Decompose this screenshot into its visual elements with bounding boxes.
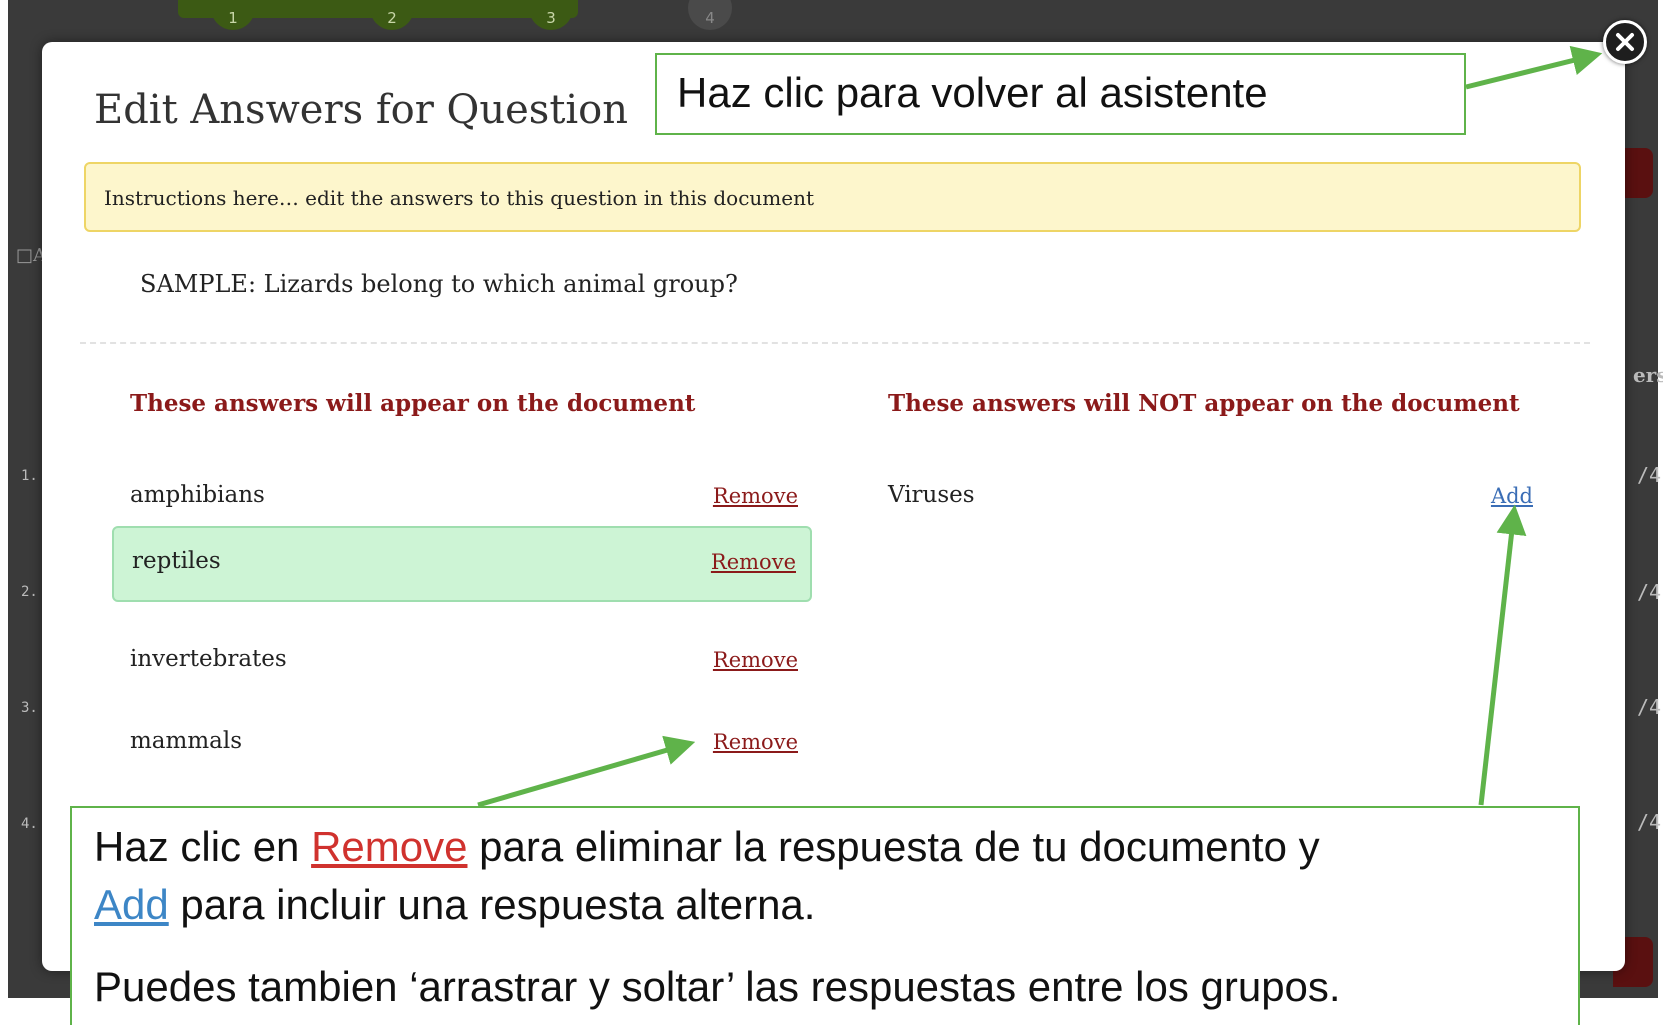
wizard-step-1: 1 (211, 0, 255, 30)
background-score: /4 (1637, 463, 1662, 487)
background-row-number: 4. (21, 816, 38, 832)
close-hint-text: Haz clic para volver al asistente (677, 69, 1268, 116)
answer-label: mammals (130, 728, 243, 754)
background-score: /4 (1637, 810, 1662, 834)
wizard-step-3: 3 (529, 0, 573, 30)
answer-label: Viruses (888, 482, 975, 508)
hint-text: para incluir una respuesta alterna. (168, 881, 816, 928)
instructions-text: Instructions here… edit the answers to t… (104, 186, 814, 210)
answer-label: reptiles (132, 548, 221, 574)
background-row-number: 2. (21, 584, 38, 600)
included-answer-row[interactable]: mammals Remove (112, 706, 812, 782)
close-dialog-button[interactable] (1603, 20, 1647, 64)
wizard-step-4: 4 (688, 0, 732, 30)
wizard-step-2: 2 (370, 0, 414, 30)
remove-link[interactable]: Remove (713, 484, 798, 508)
background-column-header: ers (1633, 363, 1663, 387)
instructions-box: Instructions here… edit the answers to t… (84, 162, 1581, 232)
excluded-answer-row[interactable]: Viruses Add (870, 460, 1547, 536)
excluded-answers-heading: These answers will NOT appear on the doc… (888, 390, 1520, 417)
question-text: SAMPLE: Lizards belong to which animal g… (140, 270, 738, 298)
included-answer-row[interactable]: amphibians Remove (112, 460, 812, 536)
included-answers-heading: These answers will appear on the documen… (130, 390, 696, 417)
background-row-number: 1. (21, 468, 38, 484)
included-answer-row-highlighted[interactable]: reptiles Remove (112, 526, 812, 602)
hint-remove-word: Remove (311, 823, 468, 870)
background-row-number: 3. (21, 700, 38, 716)
answer-label: amphibians (130, 482, 265, 508)
hint-text: para eliminar la respuesta de tu documen… (467, 823, 1320, 870)
close-hint-callout: Haz clic para volver al asistente (655, 53, 1466, 135)
remove-link[interactable]: Remove (713, 730, 798, 754)
remove-link[interactable]: Remove (711, 550, 796, 574)
hint-line-2: Add para incluir una respuesta alterna. (94, 876, 815, 934)
included-answer-row[interactable]: invertebrates Remove (112, 624, 812, 700)
hint-line-1: Haz clic en Remove para eliminar la resp… (94, 818, 1320, 876)
add-link[interactable]: Add (1491, 484, 1533, 508)
hint-add-word: Add (94, 881, 169, 928)
dialog-title: Edit Answers for Question (94, 87, 629, 133)
answer-label: invertebrates (130, 646, 287, 672)
background-score: /4 (1637, 580, 1662, 604)
hint-line-3: Puedes tambien ‘arrastrar y soltar’ las … (94, 963, 1341, 1010)
section-divider (80, 342, 1590, 344)
close-icon (1616, 33, 1634, 51)
remove-link[interactable]: Remove (713, 648, 798, 672)
background-score: /4 (1637, 695, 1662, 719)
remove-add-hint-callout: Haz clic en Remove para eliminar la resp… (70, 806, 1580, 1025)
hint-text: Haz clic en (94, 823, 312, 870)
